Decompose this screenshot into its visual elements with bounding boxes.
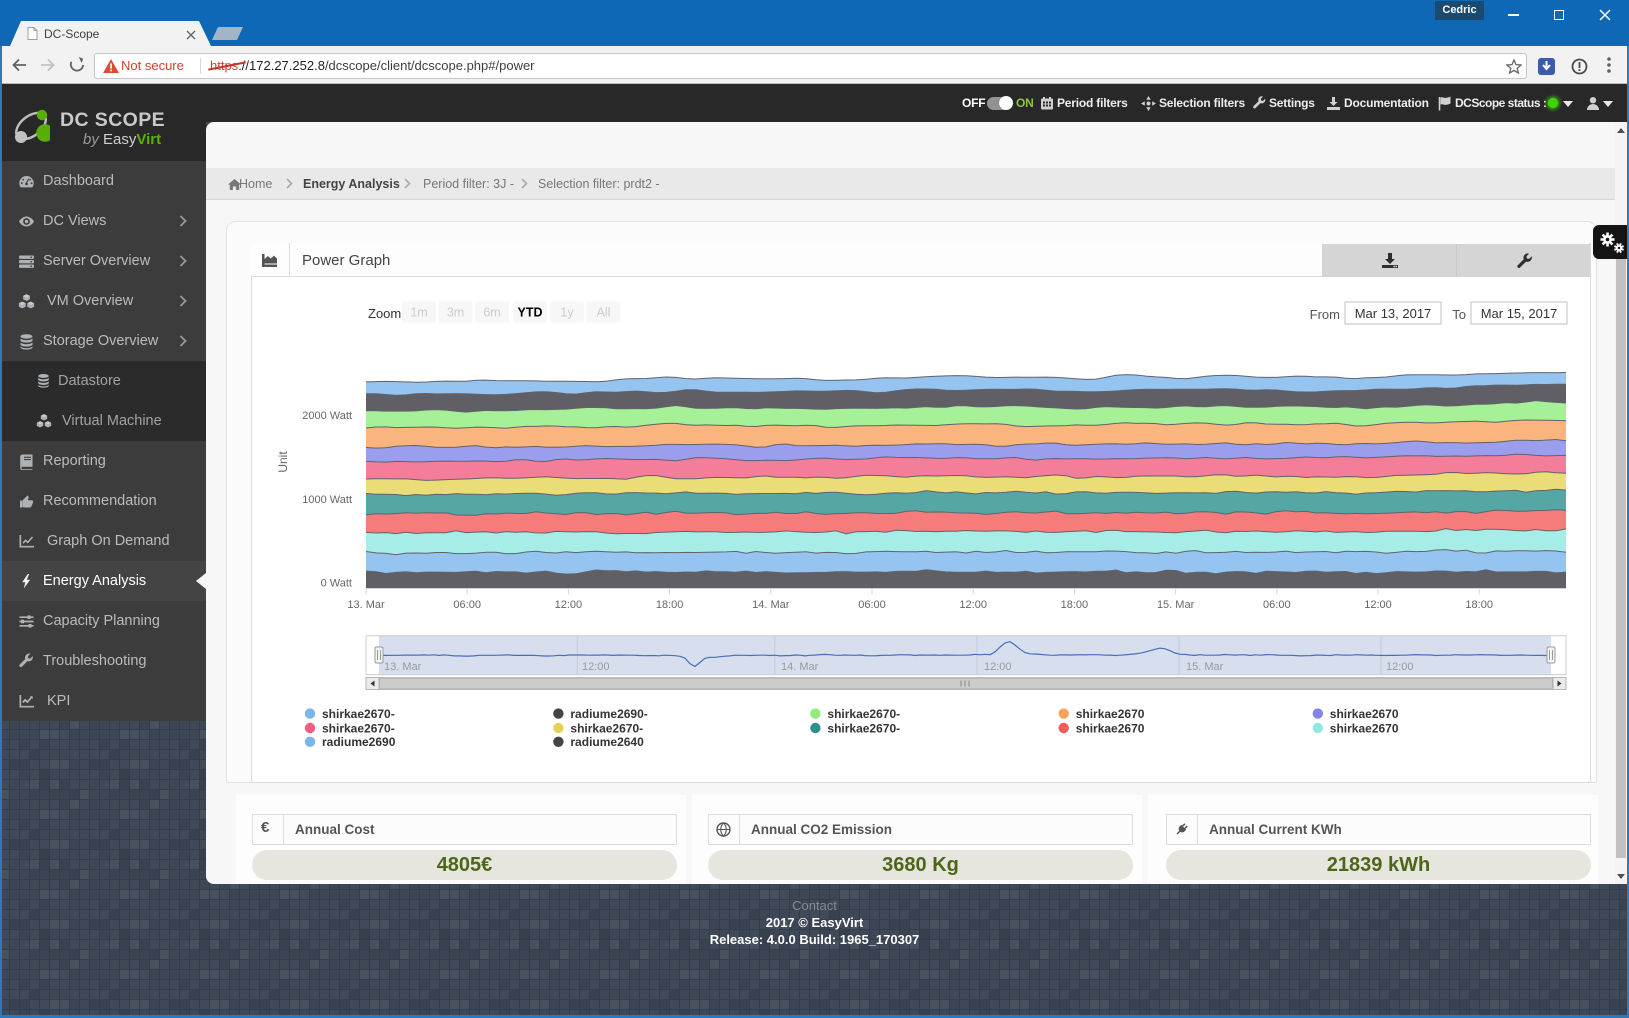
- svg-text:06:00: 06:00: [1263, 599, 1291, 611]
- svg-text:2000 Watt: 2000 Watt: [302, 410, 352, 422]
- svg-text:06:00: 06:00: [858, 599, 886, 611]
- svg-text:15. Mar: 15. Mar: [1157, 599, 1195, 611]
- svg-text:12:00: 12:00: [1386, 661, 1414, 673]
- svg-text:To: To: [1452, 307, 1466, 322]
- svg-text:shirkae2670-: shirkae2670-: [827, 721, 900, 735]
- svg-text:3m: 3m: [447, 306, 464, 320]
- svg-text:12:00: 12:00: [984, 661, 1012, 673]
- svg-text:12:00: 12:00: [555, 599, 583, 611]
- svg-text:14. Mar: 14. Mar: [752, 599, 790, 611]
- svg-text:shirkae2670-: shirkae2670-: [827, 707, 900, 721]
- svg-text:15. Mar: 15. Mar: [1186, 661, 1224, 673]
- svg-text:12:00: 12:00: [959, 599, 987, 611]
- svg-text:shirkae2670: shirkae2670: [1330, 707, 1399, 721]
- svg-text:YTD: YTD: [518, 306, 543, 320]
- svg-text:Unit: Unit: [276, 451, 290, 473]
- svg-text:All: All: [597, 306, 611, 320]
- svg-text:Mar 13, 2017: Mar 13, 2017: [1355, 306, 1432, 321]
- svg-text:Zoom: Zoom: [368, 306, 401, 321]
- svg-text:0 Watt: 0 Watt: [321, 578, 352, 590]
- svg-text:radiume2690: radiume2690: [322, 735, 396, 749]
- svg-text:18:00: 18:00: [656, 599, 684, 611]
- svg-text:13. Mar: 13. Mar: [384, 661, 422, 673]
- svg-text:6m: 6m: [483, 306, 500, 320]
- svg-text:radiume2690-: radiume2690-: [570, 707, 647, 721]
- svg-text:shirkae2670: shirkae2670: [1330, 721, 1399, 735]
- svg-text:13. Mar: 13. Mar: [347, 599, 385, 611]
- svg-text:1m: 1m: [410, 306, 427, 320]
- svg-text:radiume2640: radiume2640: [570, 735, 644, 749]
- svg-text:12:00: 12:00: [582, 661, 610, 673]
- svg-text:1y: 1y: [560, 306, 574, 320]
- svg-text:shirkae2670: shirkae2670: [1076, 707, 1145, 721]
- svg-text:Mar 15, 2017: Mar 15, 2017: [1481, 306, 1558, 321]
- svg-text:From: From: [1310, 307, 1340, 322]
- svg-text:14. Mar: 14. Mar: [781, 661, 819, 673]
- svg-text:shirkae2670-: shirkae2670-: [570, 721, 643, 735]
- svg-text:shirkae2670-: shirkae2670-: [322, 707, 395, 721]
- svg-text:12:00: 12:00: [1364, 599, 1392, 611]
- svg-text:1000 Watt: 1000 Watt: [302, 494, 352, 506]
- svg-text:shirkae2670-: shirkae2670-: [322, 721, 395, 735]
- svg-text:06:00: 06:00: [453, 599, 481, 611]
- svg-text:18:00: 18:00: [1061, 599, 1089, 611]
- svg-text:shirkae2670: shirkae2670: [1076, 721, 1145, 735]
- svg-text:18:00: 18:00: [1465, 599, 1493, 611]
